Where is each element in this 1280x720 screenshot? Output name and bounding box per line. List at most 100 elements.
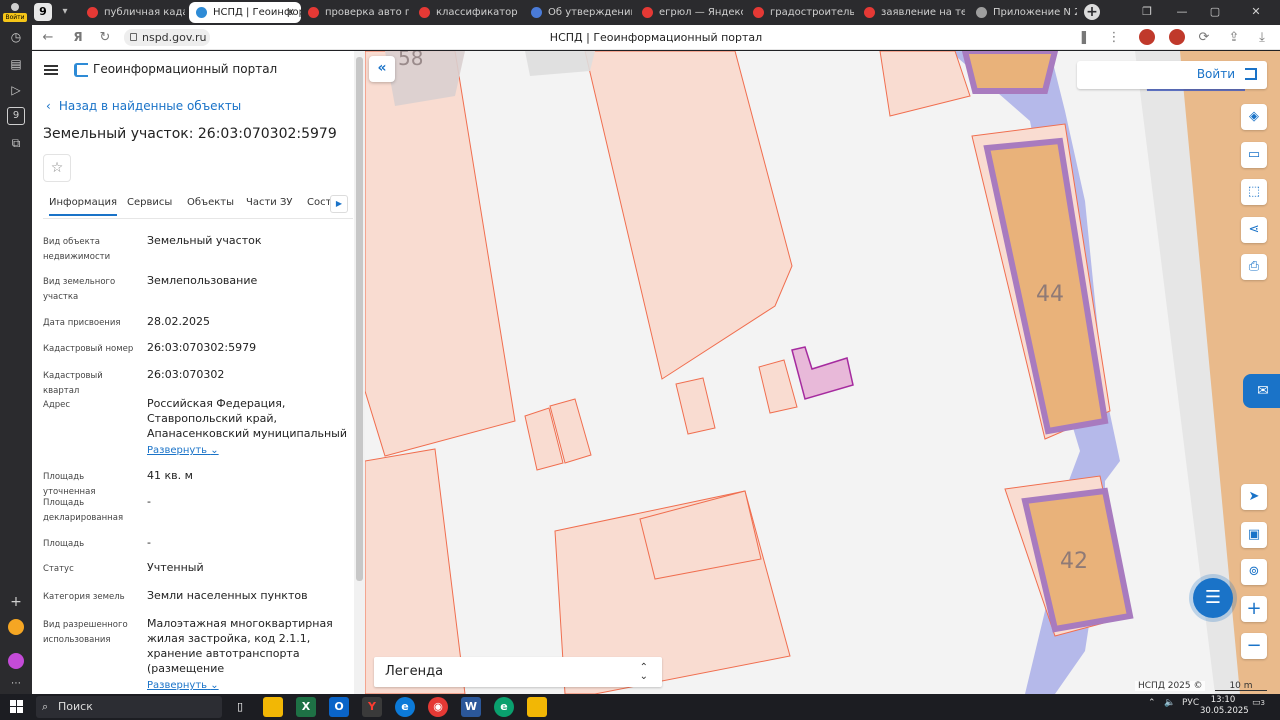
chat-icon[interactable]: ☰ <box>1193 578 1233 618</box>
tab-count-badge[interactable]: 9 <box>34 3 52 21</box>
cadastral-map[interactable]: 58 44 42 <box>365 51 1280 694</box>
language-indicator[interactable]: РУС <box>1182 698 1199 708</box>
chrome-icon[interactable]: ◉ <box>428 697 448 717</box>
minimap-icon[interactable]: ▣ <box>1241 522 1267 548</box>
ruler-icon[interactable]: ▭ <box>1241 142 1267 168</box>
tabs-scroll-right-icon[interactable]: ▶ <box>330 195 348 213</box>
extension-icon[interactable] <box>1169 29 1185 45</box>
new-tab-button[interactable]: + <box>1084 4 1100 20</box>
zoom-in-icon[interactable]: + <box>1241 596 1267 622</box>
nspd-favicon-icon <box>196 7 207 18</box>
yandex-browser-icon[interactable]: Y <box>362 697 382 717</box>
browser-tab-active[interactable]: НСПД | Геоинфор ✕ <box>189 2 301 23</box>
geolocation-icon[interactable]: ➤ <box>1241 484 1267 510</box>
app-icon[interactable] <box>8 619 24 635</box>
print-icon[interactable]: ⎙ <box>1241 254 1267 280</box>
close-window-icon[interactable]: ✕ <box>1246 3 1266 21</box>
url-field[interactable]: nspd.gov.ru <box>124 29 210 46</box>
notifications-icon[interactable]: ▭3 <box>1252 698 1265 708</box>
windows-start-icon[interactable] <box>10 700 24 714</box>
expand-address-link[interactable]: Развернуть ⌄ <box>147 443 347 458</box>
collections-icon[interactable]: ▤ <box>7 55 25 73</box>
browser-tab[interactable]: публичная кадастр <box>80 2 185 23</box>
download-icon[interactable]: ⤓ <box>1252 28 1272 47</box>
browser-tab[interactable]: классификатор вид <box>412 2 520 23</box>
share-icon[interactable]: ⇪ <box>1224 28 1244 47</box>
browser-tab[interactable]: градостроительны <box>746 2 854 23</box>
layers-icon[interactable]: ◈ <box>1241 104 1267 130</box>
parcel[interactable] <box>879 51 971 117</box>
info-panel: Геоинформационный портал ‹ Назад в найден… <box>32 51 365 694</box>
menu-dots-icon[interactable]: ⋮ <box>1104 28 1124 47</box>
profile-login-label: Войти <box>3 13 27 22</box>
building <box>525 51 595 76</box>
scrollbar-thumb[interactable] <box>356 57 363 581</box>
outlook-icon[interactable]: O <box>329 697 349 717</box>
bookmarks-icon[interactable]: ❐ <box>1137 3 1157 21</box>
browser-side-rail: ◷ ▤ ▷ 9 ⧉ + ⋯ <box>0 25 32 694</box>
selected-parcel[interactable] <box>791 346 854 400</box>
browser-tab[interactable]: егрюл — Яндекс: на <box>635 2 743 23</box>
selection-icon[interactable]: ⬚ <box>1241 179 1267 205</box>
tab-parts[interactable]: Части ЗУ <box>246 197 293 208</box>
feedback-icon[interactable]: ✉ <box>1243 374 1280 408</box>
tab-information[interactable]: Информация <box>49 197 118 216</box>
taskbar-clock[interactable]: 13:10 30.05.2025 <box>1200 695 1249 717</box>
taskbar-search[interactable]: ⌕ Поиск <box>36 696 222 718</box>
small-parcel[interactable] <box>758 359 798 414</box>
favorite-star-icon[interactable]: ☆ <box>43 154 71 182</box>
task-view-icon[interactable]: ▯ <box>230 697 250 717</box>
search-icon: ⌕ <box>42 700 49 713</box>
collapse-panel-button[interactable]: « <box>369 56 395 82</box>
building <box>961 51 1059 94</box>
browser-tab[interactable]: проверка авто по в <box>301 2 409 23</box>
tab-services[interactable]: Сервисы <box>127 197 172 208</box>
share-icon[interactable]: ⋖ <box>1241 217 1267 243</box>
browser-tab[interactable]: Приложение N 2. За <box>969 2 1077 23</box>
back-to-results-link[interactable]: ‹ Назад в найденные объекты <box>46 99 241 113</box>
chevron-left-icon: ‹ <box>46 99 51 113</box>
back-arrow-icon[interactable]: ← <box>38 28 58 47</box>
house-number-label: 42 <box>1060 549 1088 574</box>
excel-icon[interactable]: X <box>296 697 316 717</box>
parcel[interactable] <box>365 51 516 457</box>
zoom-out-icon[interactable]: − <box>1241 633 1267 659</box>
chevron-down-icon[interactable]: ▾ <box>56 3 74 21</box>
tab-objects[interactable]: Объекты <box>187 197 234 208</box>
login-button[interactable]: Войти <box>1077 61 1267 89</box>
speaker-icon[interactable]: 🔈 <box>1164 698 1175 708</box>
hamburger-menu-icon[interactable] <box>44 65 58 75</box>
chevron-up-icon[interactable]: ⌃ <box>1148 698 1156 708</box>
play-icon[interactable]: ▷ <box>7 81 25 99</box>
expand-permitted-use-link[interactable]: Развернуть ⌄ <box>147 678 347 693</box>
edge-alt-icon[interactable]: e <box>494 697 514 717</box>
yandex-icon[interactable]: Я <box>68 28 88 47</box>
history-icon[interactable]: ◷ <box>7 28 25 46</box>
browser-tab[interactable]: заявление на техпр <box>857 2 965 23</box>
minimize-icon[interactable]: — <box>1172 3 1192 21</box>
panel-scrollbar[interactable] <box>354 51 365 694</box>
extension-icon[interactable] <box>1139 29 1155 45</box>
alice-icon[interactable] <box>8 653 24 669</box>
map-view[interactable]: 58 44 42 « Войти ◈ ▭ ⬚ ⋖ ⎙ ✉ ➤ ▣ ⊚ + − ☰… <box>365 51 1280 694</box>
profile-button[interactable]: Войти <box>3 1 27 23</box>
file-manager-icon[interactable] <box>263 697 283 717</box>
more-icon[interactable]: ⋯ <box>7 675 25 693</box>
reload-icon[interactable]: ↻ <box>95 28 115 47</box>
search-location-icon[interactable]: ⊚ <box>1241 559 1267 585</box>
small-parcel[interactable] <box>675 377 716 435</box>
add-icon[interactable]: + <box>7 593 25 611</box>
explorer-icon[interactable] <box>527 697 547 717</box>
edge-icon[interactable]: e <box>395 697 415 717</box>
parcel[interactable] <box>584 51 793 380</box>
browser-tab[interactable]: Об утверждении кл <box>524 2 632 23</box>
close-icon[interactable]: ✕ <box>286 2 295 23</box>
counter-badge[interactable]: 9 <box>7 107 25 125</box>
bookmark-icon[interactable]: ❚ <box>1074 28 1094 47</box>
word-icon[interactable]: W <box>461 697 481 717</box>
sync-icon[interactable]: ⟳ <box>1194 28 1214 47</box>
yandex-favicon-icon <box>642 7 653 18</box>
maximize-icon[interactable]: ▢ <box>1205 3 1225 21</box>
screenshot-icon[interactable]: ⧉ <box>7 134 25 152</box>
legend-toggle[interactable]: Легенда ⌃ ⌄ <box>374 657 662 687</box>
